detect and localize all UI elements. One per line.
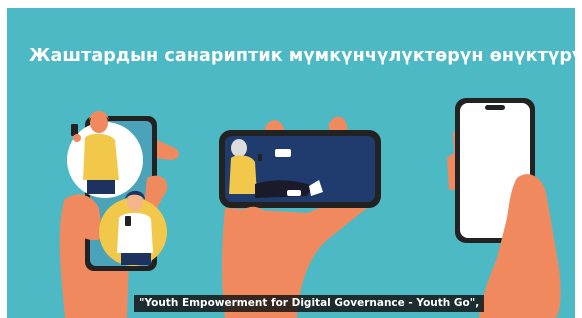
subtitle-caption: "Youth Empowerment for Digital Governanc… [134,295,485,312]
video-title: Жаштардын санариптик мүмкүнчүлүктөрүн өн… [29,46,575,66]
right-phone-notch [485,105,505,110]
video-frame[interactable]: Жаштардын санариптик мүмкүнчүлүктөрүн өн… [7,8,575,318]
